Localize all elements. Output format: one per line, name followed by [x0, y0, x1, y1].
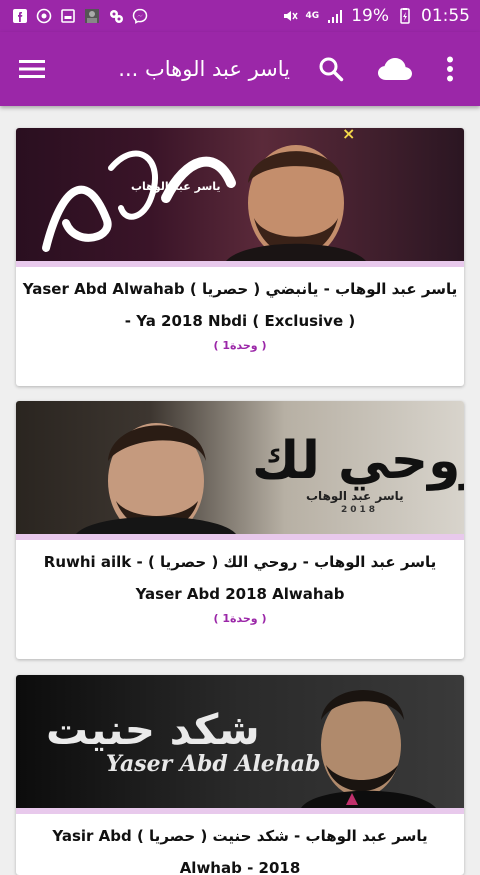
app-bar: ياسر عبد الوهاب ... — [0, 32, 480, 106]
thumbnail[interactable]: روحي لك ياسر عبد الوهاب 2018 — [16, 401, 464, 534]
search-icon — [319, 57, 344, 82]
page-title: ياسر عبد الوهاب ... — [118, 57, 290, 81]
card-title: ياسر عبد الوهاب - يانبضي ( حصريا ) Yaser… — [22, 280, 458, 330]
item-count: ( 1وحدة ) — [213, 339, 267, 352]
thumbnail-title: روحي لك — [252, 431, 464, 491]
thumbnail-title: شكد حنيت — [46, 705, 260, 754]
mute-icon — [282, 8, 298, 24]
photo-icon — [84, 8, 100, 24]
thumbnail-caption: ياسر عبد الوهاب — [131, 180, 221, 193]
menu-button[interactable] — [14, 52, 50, 86]
thumbnail-art: × — [42, 128, 366, 261]
status-bar: 4G 19% 01:55 — [0, 0, 480, 32]
messenger-icon — [132, 8, 148, 24]
search-button[interactable] — [314, 52, 348, 86]
more-icon — [447, 56, 453, 82]
menu-icon — [19, 60, 45, 78]
battery-percent: 19% — [351, 6, 389, 26]
thumbnail-year: 2018 — [341, 505, 379, 515]
cloud-button[interactable] — [374, 52, 416, 86]
item-count: ( 1وحدة ) — [213, 612, 267, 625]
list-item[interactable]: × ياسر عبد الوهاب ياسر عبد الوهاب - يانب… — [16, 128, 464, 386]
gallery-icon — [36, 8, 52, 24]
browser-icon — [60, 8, 76, 24]
thumbnail-caption: Yaser Abd Alehab — [106, 751, 321, 777]
clock: 01:55 — [421, 6, 470, 26]
more-options-button[interactable] — [436, 52, 464, 86]
settings-icon — [108, 8, 124, 24]
list-item[interactable]: روحي لك ياسر عبد الوهاب 2018 ياسر عبد ال… — [16, 401, 464, 659]
card-title: ياسر عبد الوهاب - شكد حنيت ( حصريا ) Yas… — [52, 827, 428, 875]
card-title: ياسر عبد الوهاب - روحي الك ( حصريا ) Ruw… — [43, 553, 437, 603]
signal-icon — [327, 8, 343, 24]
cloud-icon — [378, 58, 412, 80]
battery-icon — [397, 8, 413, 24]
thumbnail[interactable]: شكد حنيت Yaser Abd Alehab — [16, 675, 464, 808]
network-type: 4G — [305, 11, 320, 21]
thumbnail-caption: ياسر عبد الوهاب — [306, 489, 404, 503]
svg-text:×: × — [342, 128, 355, 143]
thumbnail[interactable]: × ياسر عبد الوهاب — [16, 128, 464, 261]
facebook-icon — [12, 8, 28, 24]
list-item[interactable]: شكد حنيت Yaser Abd Alehab ياسر عبد الوها… — [16, 675, 464, 875]
